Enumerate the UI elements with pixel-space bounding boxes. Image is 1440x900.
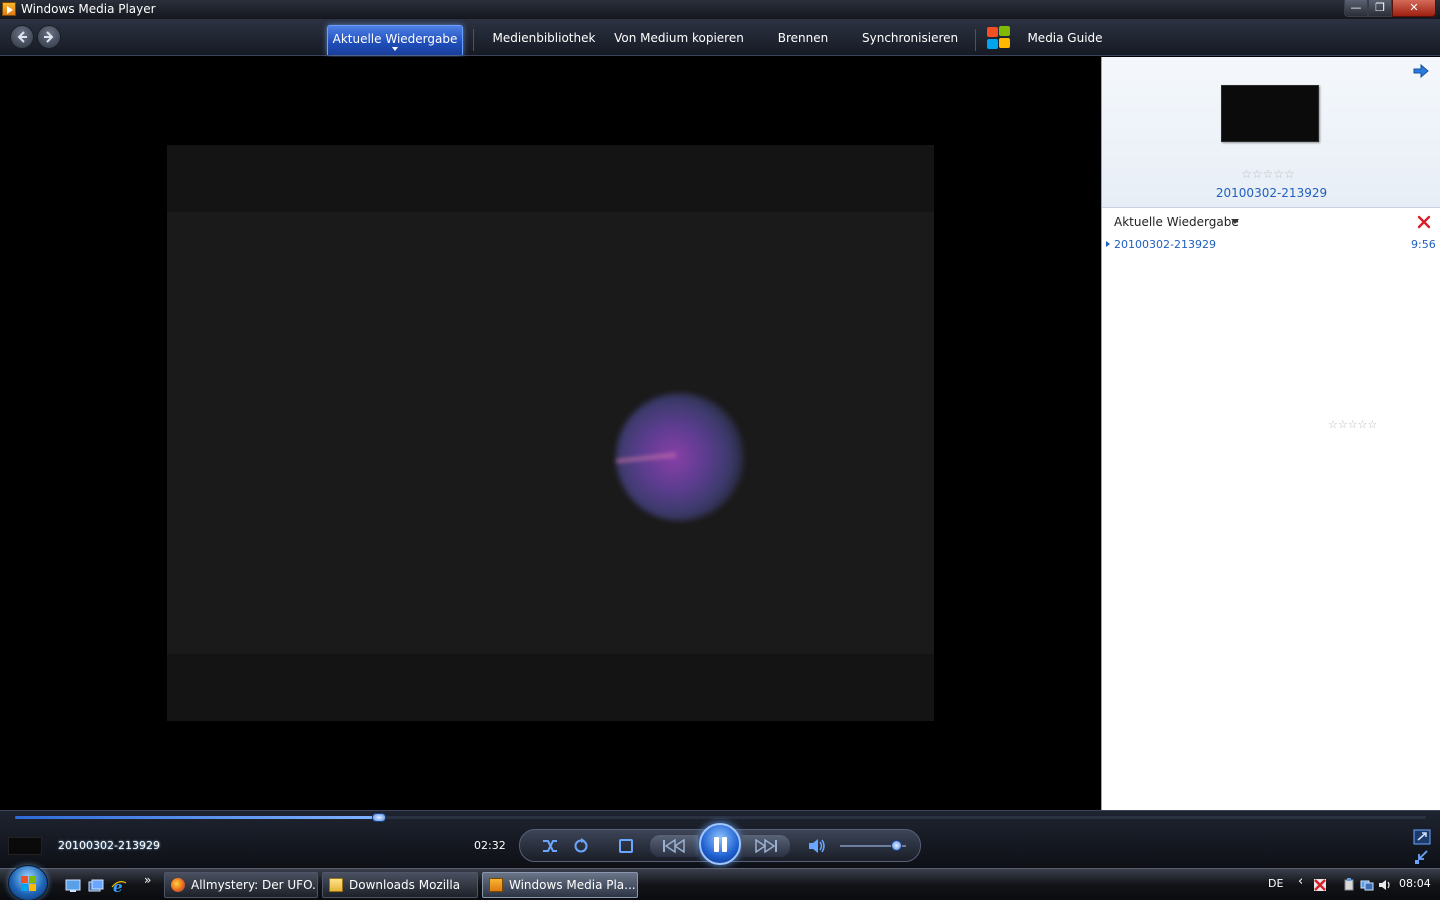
mini-thumbnail	[8, 837, 42, 855]
compact-mode-button[interactable]	[1413, 849, 1431, 865]
chevron-down-icon[interactable]	[1231, 219, 1239, 224]
shuffle-icon	[543, 840, 557, 852]
tab-rip[interactable]: Von Medium kopieren	[612, 25, 746, 55]
speaker-icon	[809, 839, 825, 853]
media-player-icon	[2, 2, 16, 16]
firefox-icon	[171, 878, 185, 892]
windows-logo-icon	[21, 876, 37, 892]
playback-controls: 20100302-213929 02:32	[0, 810, 1440, 868]
pause-icon-bar	[714, 837, 719, 852]
next-button[interactable]	[742, 835, 790, 857]
pause-icon-bar	[722, 837, 727, 852]
list-item-rating[interactable]: ☆☆☆☆☆	[1328, 418, 1377, 431]
elapsed-time[interactable]: 02:32	[474, 839, 506, 852]
playlist-pane: ☆☆☆☆☆ 20100302-213929 Aktuelle Wiedergab…	[1101, 57, 1440, 810]
stop-button[interactable]	[618, 838, 634, 854]
mute-button[interactable]	[806, 836, 828, 856]
security-alert-icon[interactable]	[1313, 877, 1327, 891]
arrow-left-icon	[17, 31, 27, 43]
back-button[interactable]	[10, 25, 34, 49]
fullscreen-icon	[1413, 829, 1431, 845]
tab-divider	[975, 29, 976, 51]
language-indicator[interactable]: DE	[1268, 877, 1283, 890]
close-icon	[1417, 215, 1431, 229]
taskbar-item-media-player[interactable]: Windows Media Pla...	[482, 872, 638, 898]
repeat-button[interactable]	[571, 837, 591, 855]
current-track-title: 20100302-213929	[58, 839, 160, 852]
list-options-dropdown[interactable]: Aktuelle Wiedergabe	[1114, 215, 1239, 229]
screen: Windows Media Player — ❐ ✕ Aktuelle Wied…	[0, 0, 1440, 900]
next-icon	[755, 839, 777, 853]
compact-mode-icon	[1415, 850, 1428, 864]
tab-label: Aktuelle Wiedergabe	[332, 32, 458, 46]
quick-launch-more[interactable]: »	[144, 873, 151, 887]
stop-icon	[619, 839, 633, 853]
clear-list-button[interactable]	[1416, 214, 1432, 230]
chevron-down-icon	[392, 47, 398, 51]
seek-progress	[15, 816, 379, 819]
volume-handle[interactable]	[891, 840, 902, 851]
tab-library[interactable]: Medienbibliothek	[490, 25, 598, 55]
list-item[interactable]: 20100302-213929 ☆☆☆☆☆ 9:56	[1102, 236, 1440, 431]
now-playing-title[interactable]: 20100302-213929	[1102, 186, 1440, 200]
forward-button[interactable]	[37, 25, 61, 49]
taskbar-item-firefox[interactable]: Allmystery: Der UFO...	[164, 872, 318, 898]
safely-remove-icon[interactable]	[1342, 877, 1356, 891]
show-desktop-icon[interactable]	[65, 878, 81, 892]
pause-button[interactable]	[699, 823, 741, 865]
minimize-button[interactable]: —	[1344, 0, 1368, 17]
now-playing-header: ☆☆☆☆☆ 20100302-213929	[1102, 57, 1440, 208]
windows-logo-icon	[985, 24, 1011, 50]
previous-button[interactable]	[650, 835, 698, 857]
rating-stars[interactable]: ☆☆☆☆☆	[1241, 167, 1295, 181]
tab-now-playing[interactable]: Aktuelle Wiedergabe	[327, 25, 463, 55]
taskbar-item-label: Allmystery: Der UFO...	[191, 878, 318, 892]
clock[interactable]: 08:04	[1399, 877, 1431, 890]
window-title: Windows Media Player	[21, 2, 156, 16]
repeat-icon	[574, 838, 588, 853]
previous-icon	[663, 839, 685, 853]
restore-button[interactable]: ❐	[1368, 0, 1392, 17]
internet-explorer-icon[interactable]: e	[111, 878, 127, 896]
video-image	[167, 212, 934, 654]
video-frame[interactable]	[167, 145, 934, 721]
arrow-right-icon	[44, 31, 54, 43]
seek-handle[interactable]	[372, 813, 386, 822]
tab-burn[interactable]: Brennen	[772, 25, 834, 55]
shuffle-button[interactable]	[540, 837, 560, 855]
fullscreen-button[interactable]	[1413, 829, 1431, 845]
folder-icon	[329, 878, 343, 892]
taskbar-item-label: Downloads Mozilla	[349, 878, 461, 892]
network-icon[interactable]	[1360, 877, 1374, 891]
close-button[interactable]: ✕	[1392, 0, 1436, 17]
taskbar-item-downloads[interactable]: Downloads Mozilla	[322, 872, 478, 898]
svg-text:e: e	[113, 878, 123, 894]
seek-bar[interactable]	[15, 813, 1426, 822]
switch-windows-icon[interactable]	[88, 878, 104, 892]
wmp-icon	[489, 878, 503, 892]
main-toolbar: Aktuelle Wiedergabe Medienbibliothek Von…	[0, 19, 1440, 56]
title-bar: Windows Media Player — ❐ ✕	[0, 0, 1440, 19]
tab-media-guide[interactable]: Media Guide	[1024, 25, 1106, 55]
tab-divider	[473, 29, 474, 51]
taskbar: e » Allmystery: Der UFO... Downloads Moz…	[0, 865, 1440, 900]
list-item-duration: 9:56	[1411, 238, 1436, 251]
album-art-thumbnail[interactable]	[1221, 85, 1319, 142]
play-indicator-icon	[1106, 241, 1110, 247]
list-item-title: 20100302-213929	[1114, 238, 1216, 251]
hide-list-button[interactable]	[1412, 63, 1430, 79]
arrow-right-icon	[1413, 63, 1429, 79]
start-button[interactable]	[8, 865, 48, 900]
tray-expand-button[interactable]: ‹	[1298, 874, 1303, 889]
video-area[interactable]	[0, 57, 1101, 810]
volume-icon[interactable]	[1378, 877, 1392, 891]
taskbar-item-label: Windows Media Pla...	[509, 878, 636, 892]
tab-sync[interactable]: Synchronisieren	[862, 25, 958, 55]
